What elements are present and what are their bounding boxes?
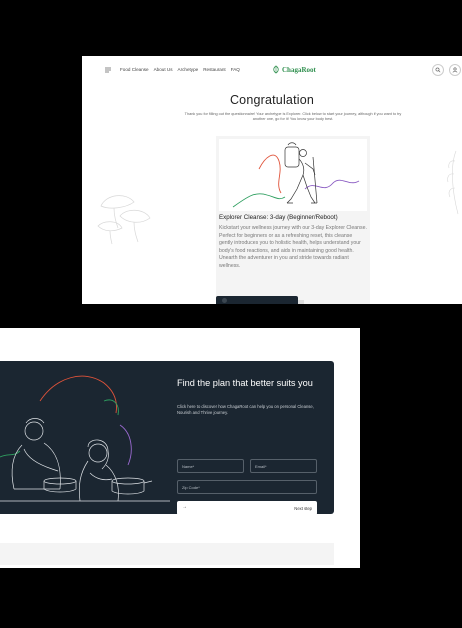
product-description: Kickstart your wellness journey with our…: [219, 225, 367, 269]
brand-logo[interactable]: ChagaRoot: [272, 65, 316, 74]
hiker-drawing: [232, 142, 360, 208]
email-placeholder: Email*: [255, 463, 267, 469]
zip-placeholder: Zip Code*: [182, 484, 200, 490]
mushroom-illustration: [97, 195, 151, 245]
top-nav: Food Cleanse About Us Archetype Restaura…: [82, 56, 462, 84]
nav-link-restaurant[interactable]: Restaurant: [203, 67, 225, 72]
next-step-button[interactable]: → Next step: [177, 501, 317, 514]
search-button[interactable]: [432, 64, 444, 76]
couple-cooking-illustration: [0, 375, 170, 502]
menu-icon[interactable]: [104, 66, 112, 74]
nav-link-about-us[interactable]: About Us: [154, 67, 173, 72]
plan-finder-title: Find the plan that better suits you: [177, 378, 313, 388]
product-title: Explorer Cleanse: 3-day (Beginner/Reboot…: [219, 214, 338, 221]
plan-finder-subtitle: Click here to discover how ChagaRoot can…: [177, 404, 314, 415]
zip-code-field[interactable]: Zip Code*: [177, 480, 317, 494]
button-dot-icon: [222, 298, 227, 303]
arrow-right-icon: →: [182, 504, 187, 510]
start-cleanse-button[interactable]: [216, 296, 298, 304]
next-step-label: Next step: [294, 505, 312, 511]
email-field[interactable]: Email*: [250, 459, 317, 473]
result-page-screenshot: Food Cleanse About Us Archetype Restaura…: [82, 56, 462, 304]
nav-link-food-cleanse[interactable]: Food Cleanse: [120, 67, 149, 72]
name-placeholder: Name*: [182, 463, 195, 469]
account-button[interactable]: [449, 64, 461, 76]
plan-finder-screenshot: Find the plan that better suits you Clic…: [0, 328, 360, 568]
recommended-cleanse-card[interactable]: Explorer Cleanse: 3-day (Beginner/Reboot…: [216, 136, 370, 304]
nav-link-archetype[interactable]: Archetype: [178, 67, 199, 72]
leaf-illustration: [447, 150, 459, 215]
page-title: Congratulation: [229, 93, 315, 107]
intro-text: Thank you for filling out the questionna…: [184, 112, 402, 122]
nav-links: Food Cleanse About Us Archetype Restaura…: [120, 67, 240, 72]
search-icon: [435, 67, 441, 73]
secondary-tab: [298, 300, 304, 304]
explorer-hiker-illustration: [219, 139, 367, 211]
nav-link-faq[interactable]: FAQ: [231, 67, 240, 72]
name-field[interactable]: Name*: [177, 459, 244, 473]
plan-finder-panel: Find the plan that better suits you Clic…: [0, 361, 334, 514]
user-icon: [452, 67, 458, 73]
leaf-logo-icon: [273, 65, 279, 74]
footer-strip: [0, 543, 334, 565]
logo-text: ChagaRoot: [282, 65, 316, 74]
